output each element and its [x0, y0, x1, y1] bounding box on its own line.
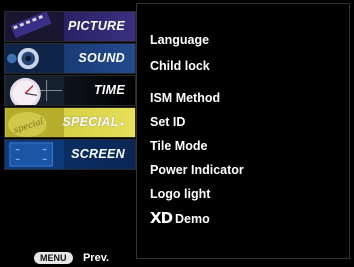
xd-logo-icon: XD	[150, 209, 173, 227]
menu-item-tile-mode[interactable]: Tile Mode	[150, 139, 207, 153]
menu-item-power-indicator[interactable]: Power Indicator	[150, 163, 244, 177]
tab-sound[interactable]: SOUND	[4, 43, 136, 74]
menu-item-logo-light[interactable]: Logo light	[150, 187, 210, 201]
menu-item-child-lock[interactable]: Child lock	[150, 59, 210, 73]
tab-special-text: SPECIAL	[62, 115, 119, 129]
osd-footer: MENU Prev.	[34, 249, 109, 264]
clock-icon	[6, 76, 64, 105]
osd-screen: PICTURE SOUND TIME special SPECIAL ▸ SCR…	[0, 0, 354, 264]
tab-sound-label: SOUND	[78, 51, 125, 65]
menu-item-ism-method[interactable]: ISM Method	[150, 91, 220, 105]
tab-picture[interactable]: PICTURE	[4, 11, 136, 42]
menu-item-xd-demo[interactable]: XD Demo	[150, 209, 210, 227]
menu-item-language[interactable]: Language	[150, 33, 209, 47]
menu-item-set-id[interactable]: Set ID	[150, 115, 185, 129]
speaker-icon	[6, 44, 64, 73]
tab-screen[interactable]: SCREEN	[4, 139, 136, 170]
tab-time[interactable]: TIME	[4, 75, 136, 106]
picture-thumb-icon	[6, 12, 64, 41]
xd-demo-label: Demo	[175, 212, 210, 226]
selected-arrow-icon: ▸	[120, 119, 125, 128]
tab-special[interactable]: special SPECIAL ▸	[4, 107, 136, 138]
special-menu-panel: Language Child lock ISM Method Set ID Ti…	[136, 3, 350, 259]
screen-thumb-icon	[6, 140, 64, 169]
special-thumb-icon: special	[6, 108, 64, 137]
tab-screen-label: SCREEN	[71, 147, 125, 161]
tab-time-label: TIME	[93, 83, 125, 97]
osd-sidebar: PICTURE SOUND TIME special SPECIAL ▸ SCR…	[4, 3, 136, 264]
tab-picture-label: PICTURE	[68, 19, 125, 33]
tab-special-label: SPECIAL ▸	[62, 108, 125, 137]
